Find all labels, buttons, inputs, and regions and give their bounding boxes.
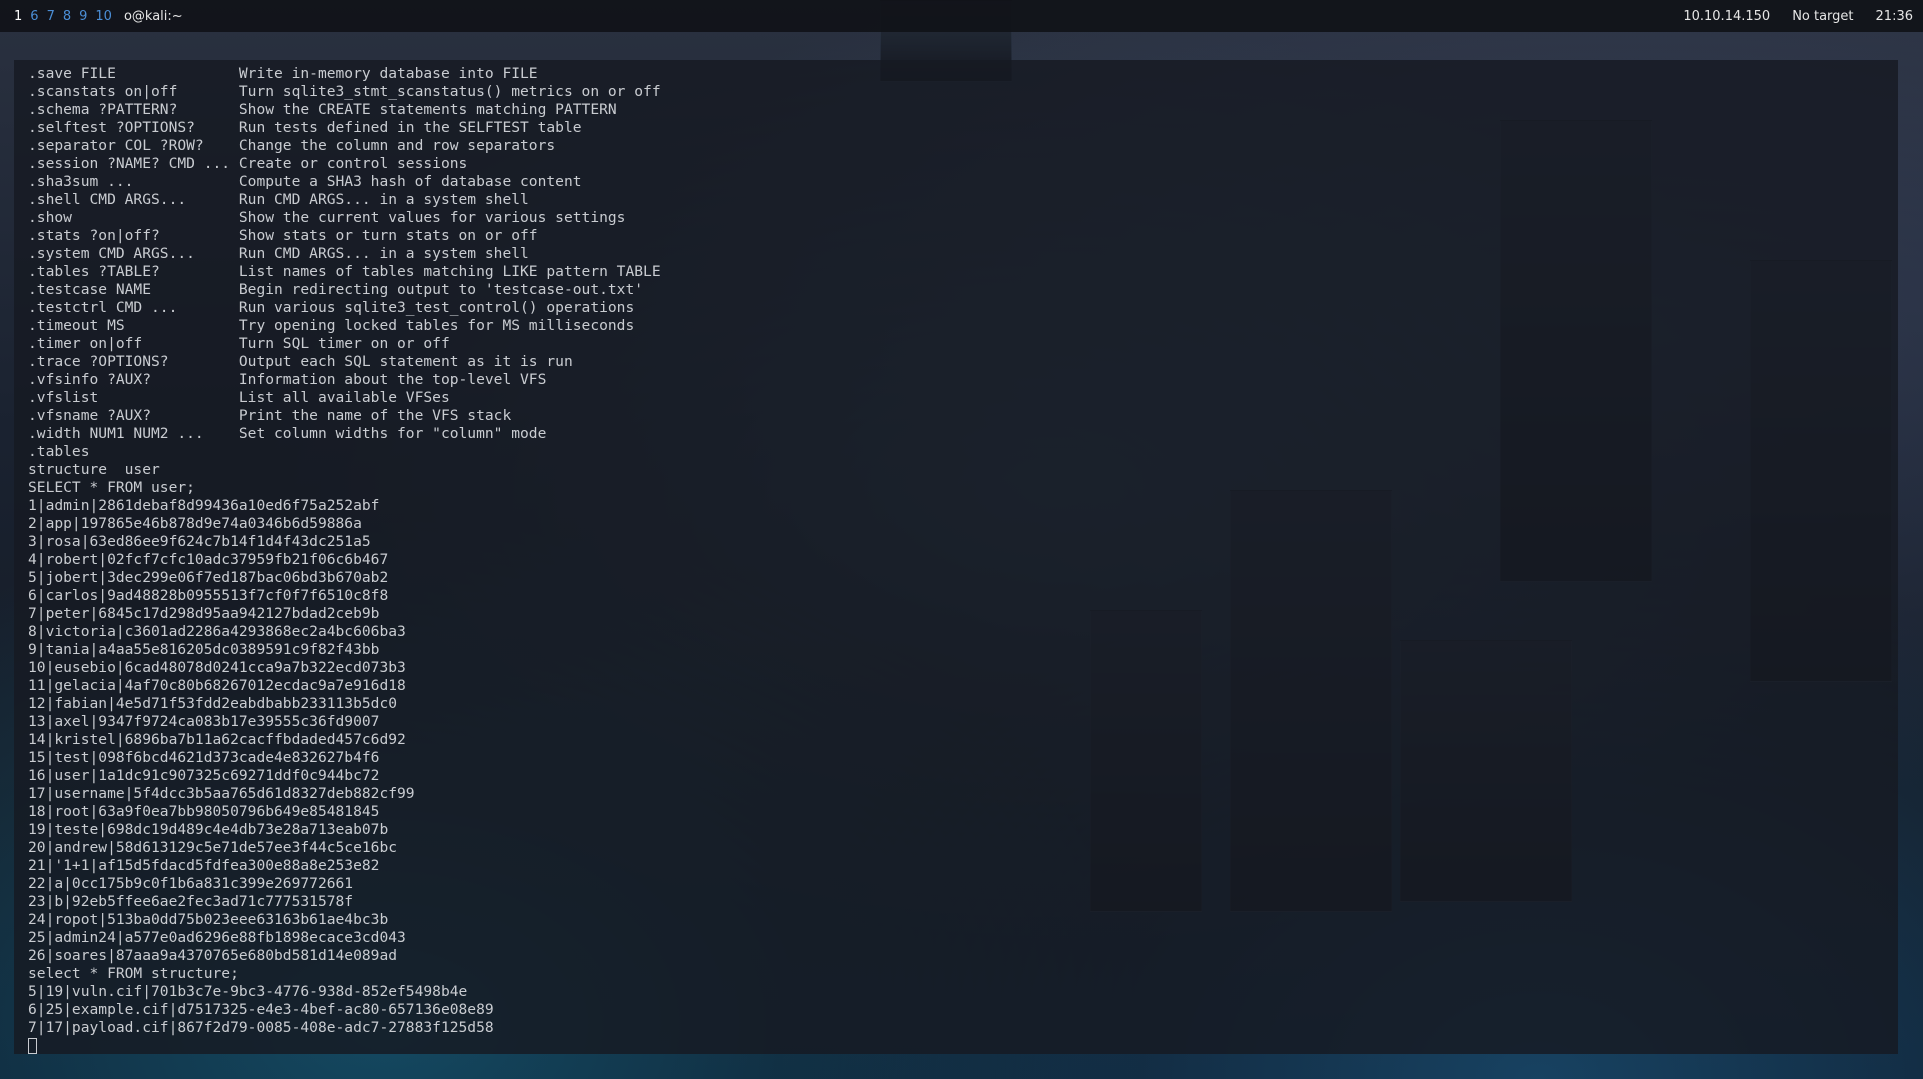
- terminal-line: .scanstats on|off Turn sqlite3_stmt_scan…: [28, 83, 661, 100]
- terminal-line: .stats ?on|off? Show stats or turn stats…: [28, 227, 538, 244]
- terminal-line: select * FROM structure;: [28, 965, 239, 982]
- terminal-line: 12|fabian|4e5d71f53fdd2eabdbabb233113b5d…: [28, 695, 398, 712]
- terminal-line: 1|admin|2861debaf8d99436a10ed6f75a252abf: [28, 497, 380, 514]
- target-status: No target: [1792, 8, 1854, 24]
- terminal-line: .tables ?TABLE? List names of tables mat…: [28, 263, 661, 280]
- prompt-line[interactable]: [28, 1037, 1884, 1054]
- terminal-output: .save FILE Write in-memory database into…: [28, 65, 1884, 1037]
- terminal-line: 2|app|197865e46b878d9e74a0346b6d59886a: [28, 515, 362, 532]
- terminal-line: 23|b|92eb5ffee6ae2fec3ad71c777531578f: [28, 893, 354, 910]
- top-panel: 1 6 7 8 9 10 o@kali:~ 10.10.14.150 No ta…: [0, 0, 1923, 32]
- terminal-line: 8|victoria|c3601ad2286a4293868ec2a4bc606…: [28, 623, 406, 640]
- terminal-line: 7|17|payload.cif|867f2d79-0085-408e-adc7…: [28, 1019, 494, 1036]
- terminal-line: .trace ?OPTIONS? Output each SQL stateme…: [28, 353, 573, 370]
- workspace-9[interactable]: 9: [75, 9, 91, 24]
- terminal-line: SELECT * FROM user;: [28, 479, 195, 496]
- terminal-line: 14|kristel|6896ba7b11a62cacffbdaded457c6…: [28, 731, 406, 748]
- terminal-line: .system CMD ARGS... Run CMD ARGS... in a…: [28, 245, 529, 262]
- terminal-line: .vfsname ?AUX? Print the name of the VFS…: [28, 407, 512, 424]
- terminal-line: .show Show the current values for variou…: [28, 209, 626, 226]
- terminal-line: .width NUM1 NUM2 ... Set column widths f…: [28, 425, 547, 442]
- workspace-6[interactable]: 6: [26, 9, 42, 24]
- terminal-line: 22|a|0cc175b9c0f1b6a831c399e269772661: [28, 875, 354, 892]
- terminal-line: 21|'1+1|af15d5fdacd5fdfea300e88a8e253e82: [28, 857, 380, 874]
- terminal-line: 3|rosa|63ed86ee9f624c7b14f1d4f43dc251a5: [28, 533, 371, 550]
- terminal-line: .session ?NAME? CMD ... Create or contro…: [28, 155, 468, 172]
- terminal-line: 20|andrew|58d613129c5e71de57ee3f44c5ce16…: [28, 839, 398, 856]
- terminal-line: .schema ?PATTERN? Show the CREATE statem…: [28, 101, 617, 118]
- terminal-line: .tables: [28, 443, 90, 460]
- terminal-line: 7|peter|6845c17d298d95aa942127bdad2ceb9b: [28, 605, 380, 622]
- text-cursor: [28, 1038, 37, 1054]
- terminal-line: .save FILE Write in-memory database into…: [28, 65, 538, 82]
- terminal-line: 17|username|5f4dcc3b5aa765d61d8327deb882…: [28, 785, 415, 802]
- terminal-line: 4|robert|02fcf7cfc10adc37959fb21f06c6b46…: [28, 551, 389, 568]
- workspace-7[interactable]: 7: [43, 9, 59, 24]
- terminal-line: 18|root|63a9f0ea7bb98050796b649e85481845: [28, 803, 380, 820]
- terminal-line: structure user: [28, 461, 160, 478]
- workspace-1[interactable]: 1: [10, 9, 26, 24]
- terminal-line: 25|admin24|a577e0ad6296e88fb1898ecace3cd…: [28, 929, 406, 946]
- workspace-10[interactable]: 10: [91, 9, 116, 24]
- terminal-line: .testcase NAME Begin redirecting output …: [28, 281, 644, 298]
- terminal-line: .sha3sum ... Compute a SHA3 hash of data…: [28, 173, 582, 190]
- terminal-line: 24|ropot|513ba0dd75b023eee63163b61ae4bc3…: [28, 911, 389, 928]
- terminal-line: 11|gelacia|4af70c80b68267012ecdac9a7e916…: [28, 677, 406, 694]
- clock: 21:36: [1875, 8, 1913, 24]
- terminal-line: .shell CMD ARGS... Run CMD ARGS... in a …: [28, 191, 529, 208]
- terminal-line: 9|tania|a4aa55e816205dc0389591c9f82f43bb: [28, 641, 380, 658]
- status-area: 10.10.14.150 No target 21:36: [1683, 9, 1913, 24]
- terminal-line: .timer on|off Turn SQL timer on or off: [28, 335, 450, 352]
- terminal-line: 15|test|098f6bcd4621d373cade4e832627b4f6: [28, 749, 380, 766]
- terminal-line: .selftest ?OPTIONS? Run tests defined in…: [28, 119, 582, 136]
- terminal-line: 6|carlos|9ad48828b0955513f7cf0f7f6510c8f…: [28, 587, 389, 604]
- terminal-line: 5|jobert|3dec299e06f7ed187bac06bd3b670ab…: [28, 569, 389, 586]
- terminal-line: 10|eusebio|6cad48078d0241cca9a7b322ecd07…: [28, 659, 406, 676]
- terminal-line: .vfsinfo ?AUX? Information about the top…: [28, 371, 547, 388]
- terminal-line: 5|19|vuln.cif|701b3c7e-9bc3-4776-938d-85…: [28, 983, 468, 1000]
- terminal-line: 13|axel|9347f9724ca083b17e39555c36fd9007: [28, 713, 380, 730]
- terminal-line: .separator COL ?ROW? Change the column a…: [28, 137, 556, 154]
- terminal-line: 26|soares|87aaa9a4370765e680bd581d14e089…: [28, 947, 398, 964]
- ip-address: 10.10.14.150: [1683, 8, 1771, 24]
- workspace-8[interactable]: 8: [59, 9, 75, 24]
- terminal-line: .timeout MS Try opening locked tables fo…: [28, 317, 635, 334]
- terminal-line: 19|teste|698dc19d489c4e4db73e28a713eab07…: [28, 821, 389, 838]
- terminal-line: .vfslist List all available VFSes: [28, 389, 450, 406]
- terminal-line: 16|user|1a1dc91c907325c69271ddf0c944bc72: [28, 767, 380, 784]
- terminal-line: .testctrl CMD ... Run various sqlite3_te…: [28, 299, 635, 316]
- active-window-title: o@kali:~: [123, 8, 183, 24]
- terminal-line: 6|25|example.cif|d7517325-e4e3-4bef-ac80…: [28, 1001, 494, 1018]
- terminal-window[interactable]: .save FILE Write in-memory database into…: [14, 60, 1898, 1054]
